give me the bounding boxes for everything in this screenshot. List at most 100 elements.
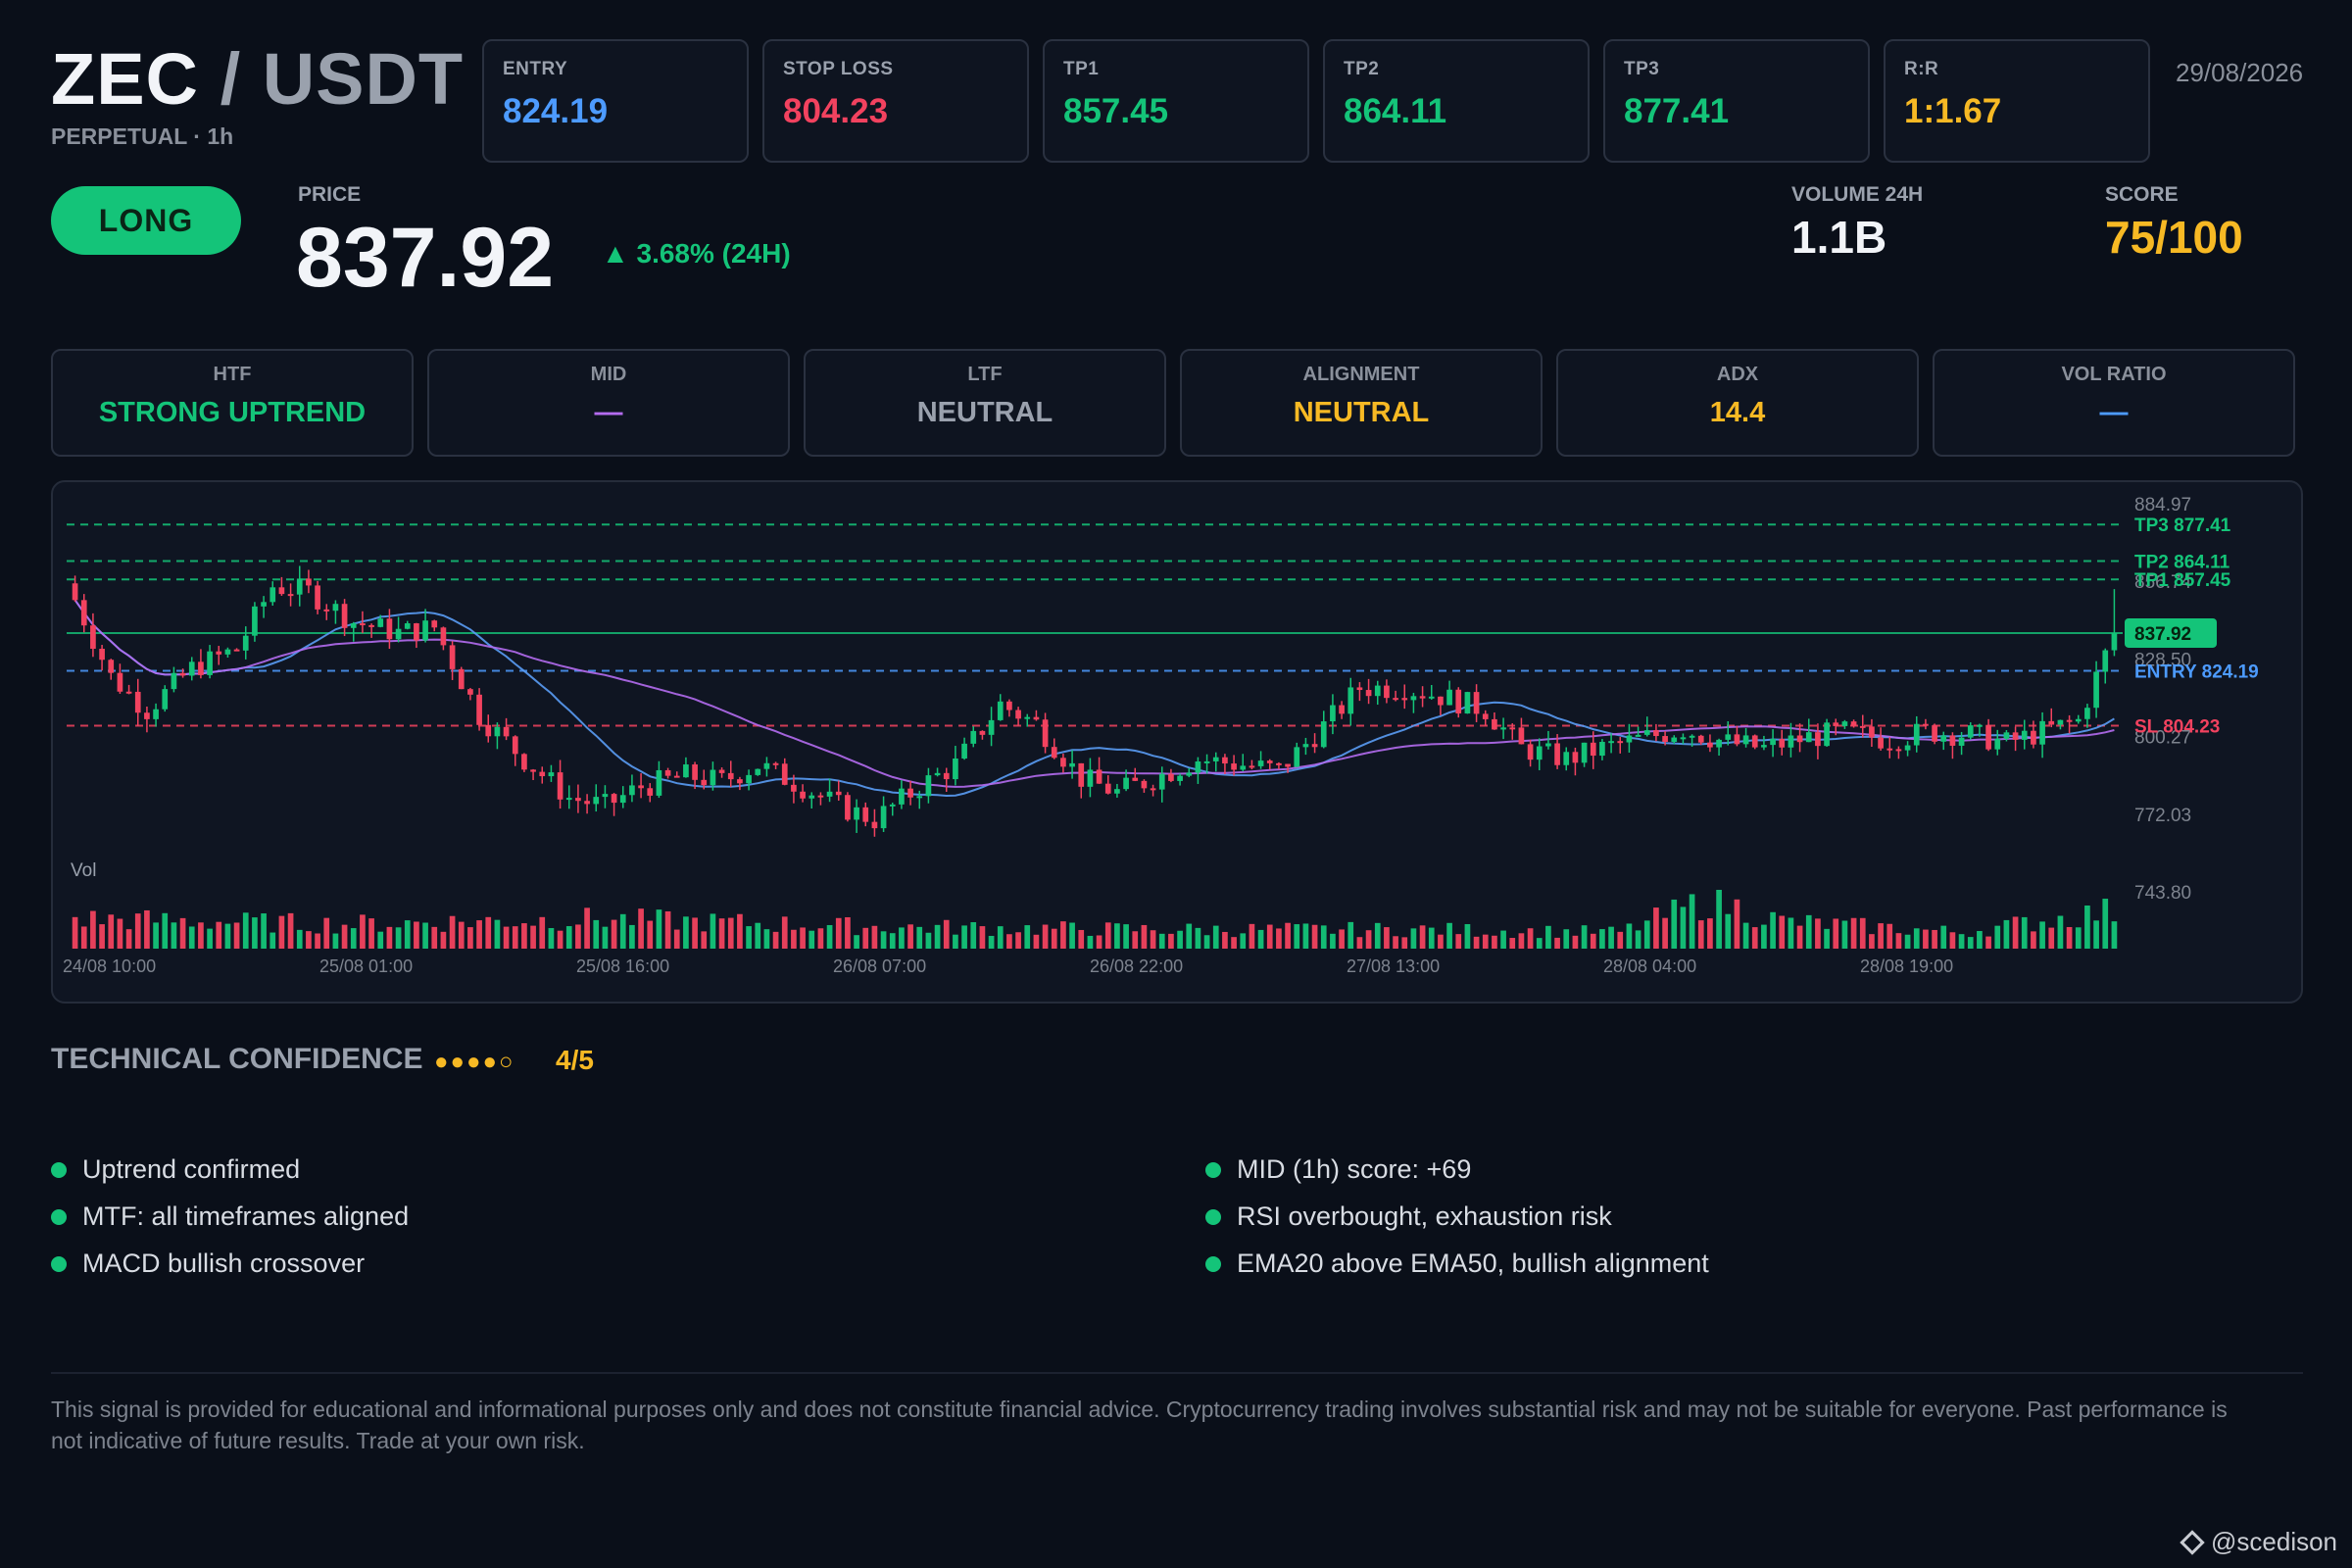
- volume-bar: [584, 907, 590, 949]
- level-label: TP3 877.41: [2134, 515, 2231, 536]
- volume-bar: [1401, 937, 1408, 949]
- tp3-box: TP3 877.41: [1603, 39, 1870, 163]
- candle-body: [108, 660, 115, 673]
- candle-body: [404, 623, 411, 629]
- volume-bar: [953, 934, 958, 949]
- volume-bar: [360, 914, 366, 949]
- candle-body: [1671, 737, 1678, 743]
- candle-body: [1815, 732, 1821, 747]
- candle-body: [602, 794, 609, 798]
- candle-body: [162, 689, 169, 710]
- candle-body: [880, 806, 887, 829]
- volume-bar: [1212, 925, 1219, 949]
- entry-box: ENTRY 824.19: [482, 39, 749, 163]
- volume-bar: [1464, 923, 1471, 949]
- volume-bar: [1563, 929, 1570, 949]
- volume-bar: [1815, 918, 1821, 949]
- candle-body: [530, 769, 536, 772]
- candle-body: [1168, 773, 1174, 781]
- volume-bar: [979, 926, 986, 949]
- candle-body: [1895, 749, 1902, 752]
- confidence-title: TECHNICAL CONFIDENCE: [51, 1043, 423, 1075]
- tp2-box: TP2 864.11: [1323, 39, 1590, 163]
- stop-loss-box: STOP LOSS 804.23: [762, 39, 1029, 163]
- volume-bar: [817, 928, 824, 949]
- volume-bar: [1949, 932, 1956, 949]
- volume-bar: [521, 923, 527, 949]
- candle-body: [737, 779, 743, 784]
- candle-body: [961, 743, 967, 759]
- candle-body: [1410, 696, 1417, 701]
- volume-bar: [90, 910, 96, 949]
- candle-body: [1150, 788, 1156, 791]
- volume-bar: [1977, 931, 1983, 949]
- volume-bar: [332, 933, 339, 949]
- candle-body: [1697, 735, 1704, 743]
- volume-bar: [943, 919, 950, 949]
- alignment-indicator: ALIGNMENT NEUTRAL: [1180, 349, 1543, 457]
- candle-body: [1590, 742, 1596, 757]
- candle-body: [2039, 720, 2045, 745]
- entry-value: 824.19: [503, 92, 609, 130]
- stop-loss-value: 804.23: [783, 92, 889, 130]
- volume-bar: [386, 926, 393, 949]
- risk-reward-box: R:R 1:1.67: [1884, 39, 2150, 163]
- volume-bar: [467, 927, 473, 949]
- candle-body: [216, 651, 222, 655]
- candle-body: [1482, 713, 1489, 719]
- ltf-label: LTF: [967, 364, 1003, 385]
- candle-body: [1716, 739, 1722, 748]
- level-label: SL 804.23: [2134, 716, 2220, 737]
- volume-bar: [1374, 922, 1381, 949]
- volume-bar: [1330, 933, 1336, 949]
- candle-body: [710, 769, 716, 786]
- volume-bar: [287, 912, 294, 949]
- htf-indicator: HTF STRONG UPTREND: [51, 349, 414, 457]
- candle-body: [664, 769, 671, 776]
- volume-bar: [808, 930, 815, 949]
- candle-body: [287, 594, 294, 597]
- candle-body: [1643, 730, 1650, 735]
- pair-quote: USDT: [262, 38, 465, 120]
- volume-bar: [997, 926, 1004, 949]
- volume-bar: [737, 913, 743, 949]
- candle-body: [458, 668, 465, 690]
- reason-text: RSI overbought, exhaustion risk: [1237, 1201, 1612, 1231]
- candle-body: [188, 662, 195, 676]
- vol-ratio-indicator: VOL RATIO —: [1933, 349, 2295, 457]
- volume-bar: [125, 929, 132, 949]
- volume-bar: [1599, 929, 1605, 949]
- candle-body: [1617, 741, 1624, 744]
- candle-body: [368, 624, 374, 627]
- candle-body: [1751, 735, 1758, 748]
- candle-body: [1841, 721, 1848, 726]
- volume-bar: [2003, 919, 2010, 949]
- adx-label: ADX: [1716, 364, 1759, 385]
- candle-body: [970, 730, 977, 744]
- candle-body: [521, 754, 527, 770]
- reason-item: RSI overbought, exhaustion risk: [1205, 1201, 1612, 1232]
- adx-indicator: ADX 14.4: [1556, 349, 1919, 457]
- candle-body: [1104, 783, 1111, 794]
- candle-body: [1977, 724, 1983, 727]
- candle-body: [1087, 769, 1094, 787]
- volume-bar: [718, 918, 725, 949]
- volume-bar: [647, 920, 654, 949]
- candle-body: [1824, 722, 1830, 747]
- volume-bar: [1833, 918, 1839, 949]
- candle-body: [1132, 777, 1139, 781]
- candle-body: [341, 604, 348, 628]
- volume-bar: [233, 922, 240, 949]
- volume-bar: [1302, 923, 1309, 949]
- candle-body: [1384, 685, 1390, 699]
- risk-reward-value: 1:1.67: [1904, 92, 2002, 130]
- volume-bar: [2102, 899, 2109, 949]
- candle-body: [1967, 725, 1974, 738]
- x-axis-tick-label: 28/08 04:00: [1603, 956, 1696, 976]
- candle-body: [1869, 726, 1875, 738]
- volume-bar: [1859, 917, 1866, 949]
- candle-body: [315, 585, 320, 610]
- volume-bar: [1158, 933, 1165, 949]
- volume-bar: [845, 916, 851, 949]
- bullet-dot-icon: [1205, 1208, 1221, 1225]
